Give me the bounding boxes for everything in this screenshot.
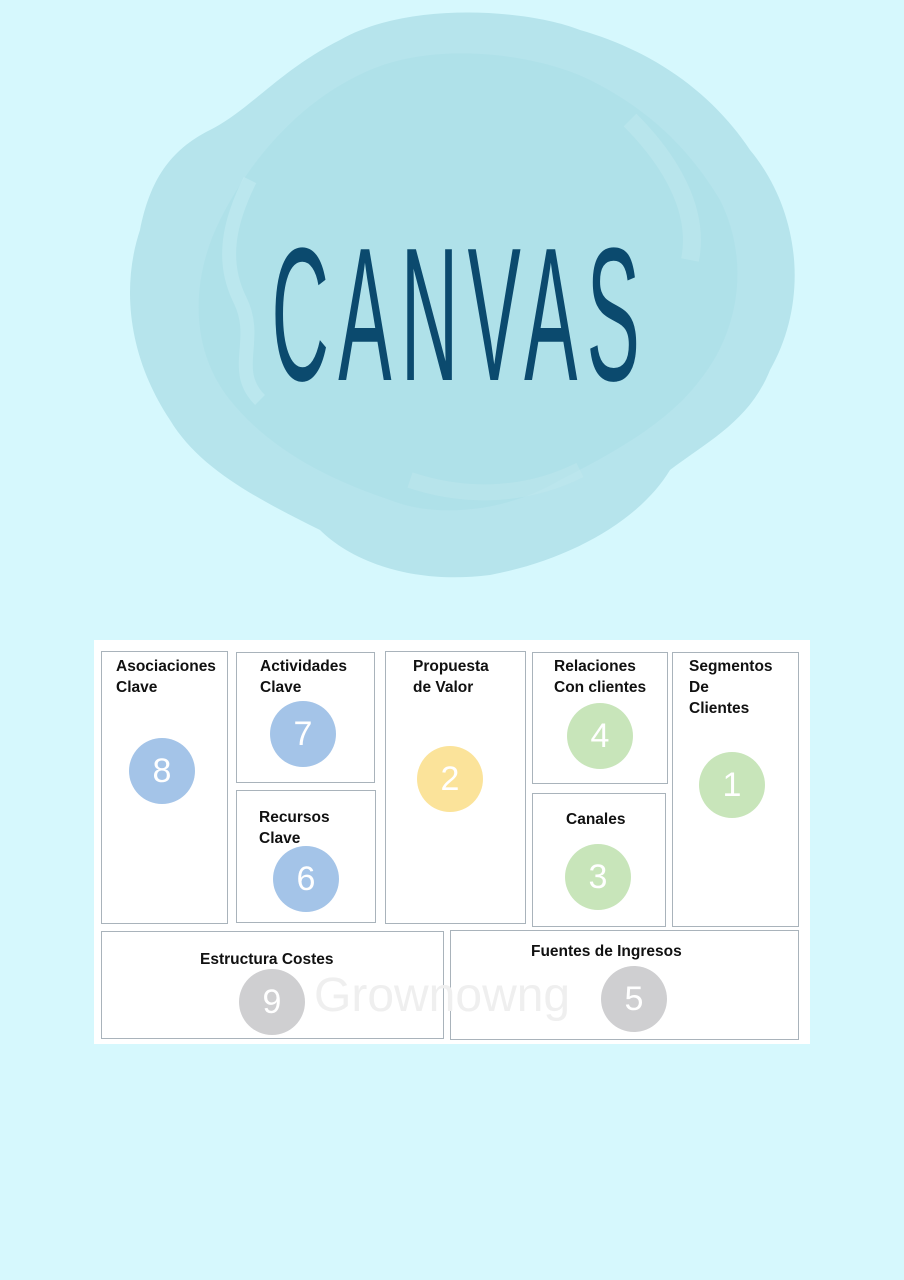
block-label: Actividades Clave [260, 658, 348, 696]
block-number-badge: 9 [239, 969, 305, 1035]
block-number-badge: 4 [567, 703, 633, 769]
block-number-badge: 7 [270, 701, 336, 767]
block-label: Segmentos De Clientes [689, 658, 773, 717]
block-number-badge: 1 [699, 752, 765, 818]
block-number-badge: 5 [601, 966, 667, 1032]
block-label: Relaciones Con clientes [554, 658, 647, 696]
block-label: Propuesta de Valor [413, 658, 489, 696]
block-recursos-clave: Recursos Clave 6 [236, 790, 376, 923]
block-actividades-clave: Actividades Clave 7 [236, 652, 375, 783]
block-label: Recursos Clave [259, 809, 330, 847]
block-number-badge: 6 [273, 846, 339, 912]
watermark-text: Grownowng [314, 969, 571, 1022]
block-label: Fuentes de Ingresos [531, 943, 682, 960]
block-number-badge: 2 [417, 746, 483, 812]
block-label: Asociaciones Clave [116, 658, 216, 696]
page-title: CANVAS [271, 209, 650, 421]
block-label: Canales [566, 811, 626, 828]
block-propuesta-de-valor: Propuesta de Valor 2 [385, 651, 526, 924]
block-label: Estructura Costes [200, 951, 334, 968]
block-relaciones-con-clientes: Relaciones Con clientes 4 [532, 652, 668, 784]
block-number-badge: 3 [565, 844, 631, 910]
block-canales: Canales 3 [532, 793, 666, 927]
block-segmentos-de-clientes: Segmentos De Clientes 1 [672, 652, 799, 927]
block-number-badge: 8 [129, 738, 195, 804]
block-asociaciones-clave: Asociaciones Clave 8 [101, 651, 228, 924]
